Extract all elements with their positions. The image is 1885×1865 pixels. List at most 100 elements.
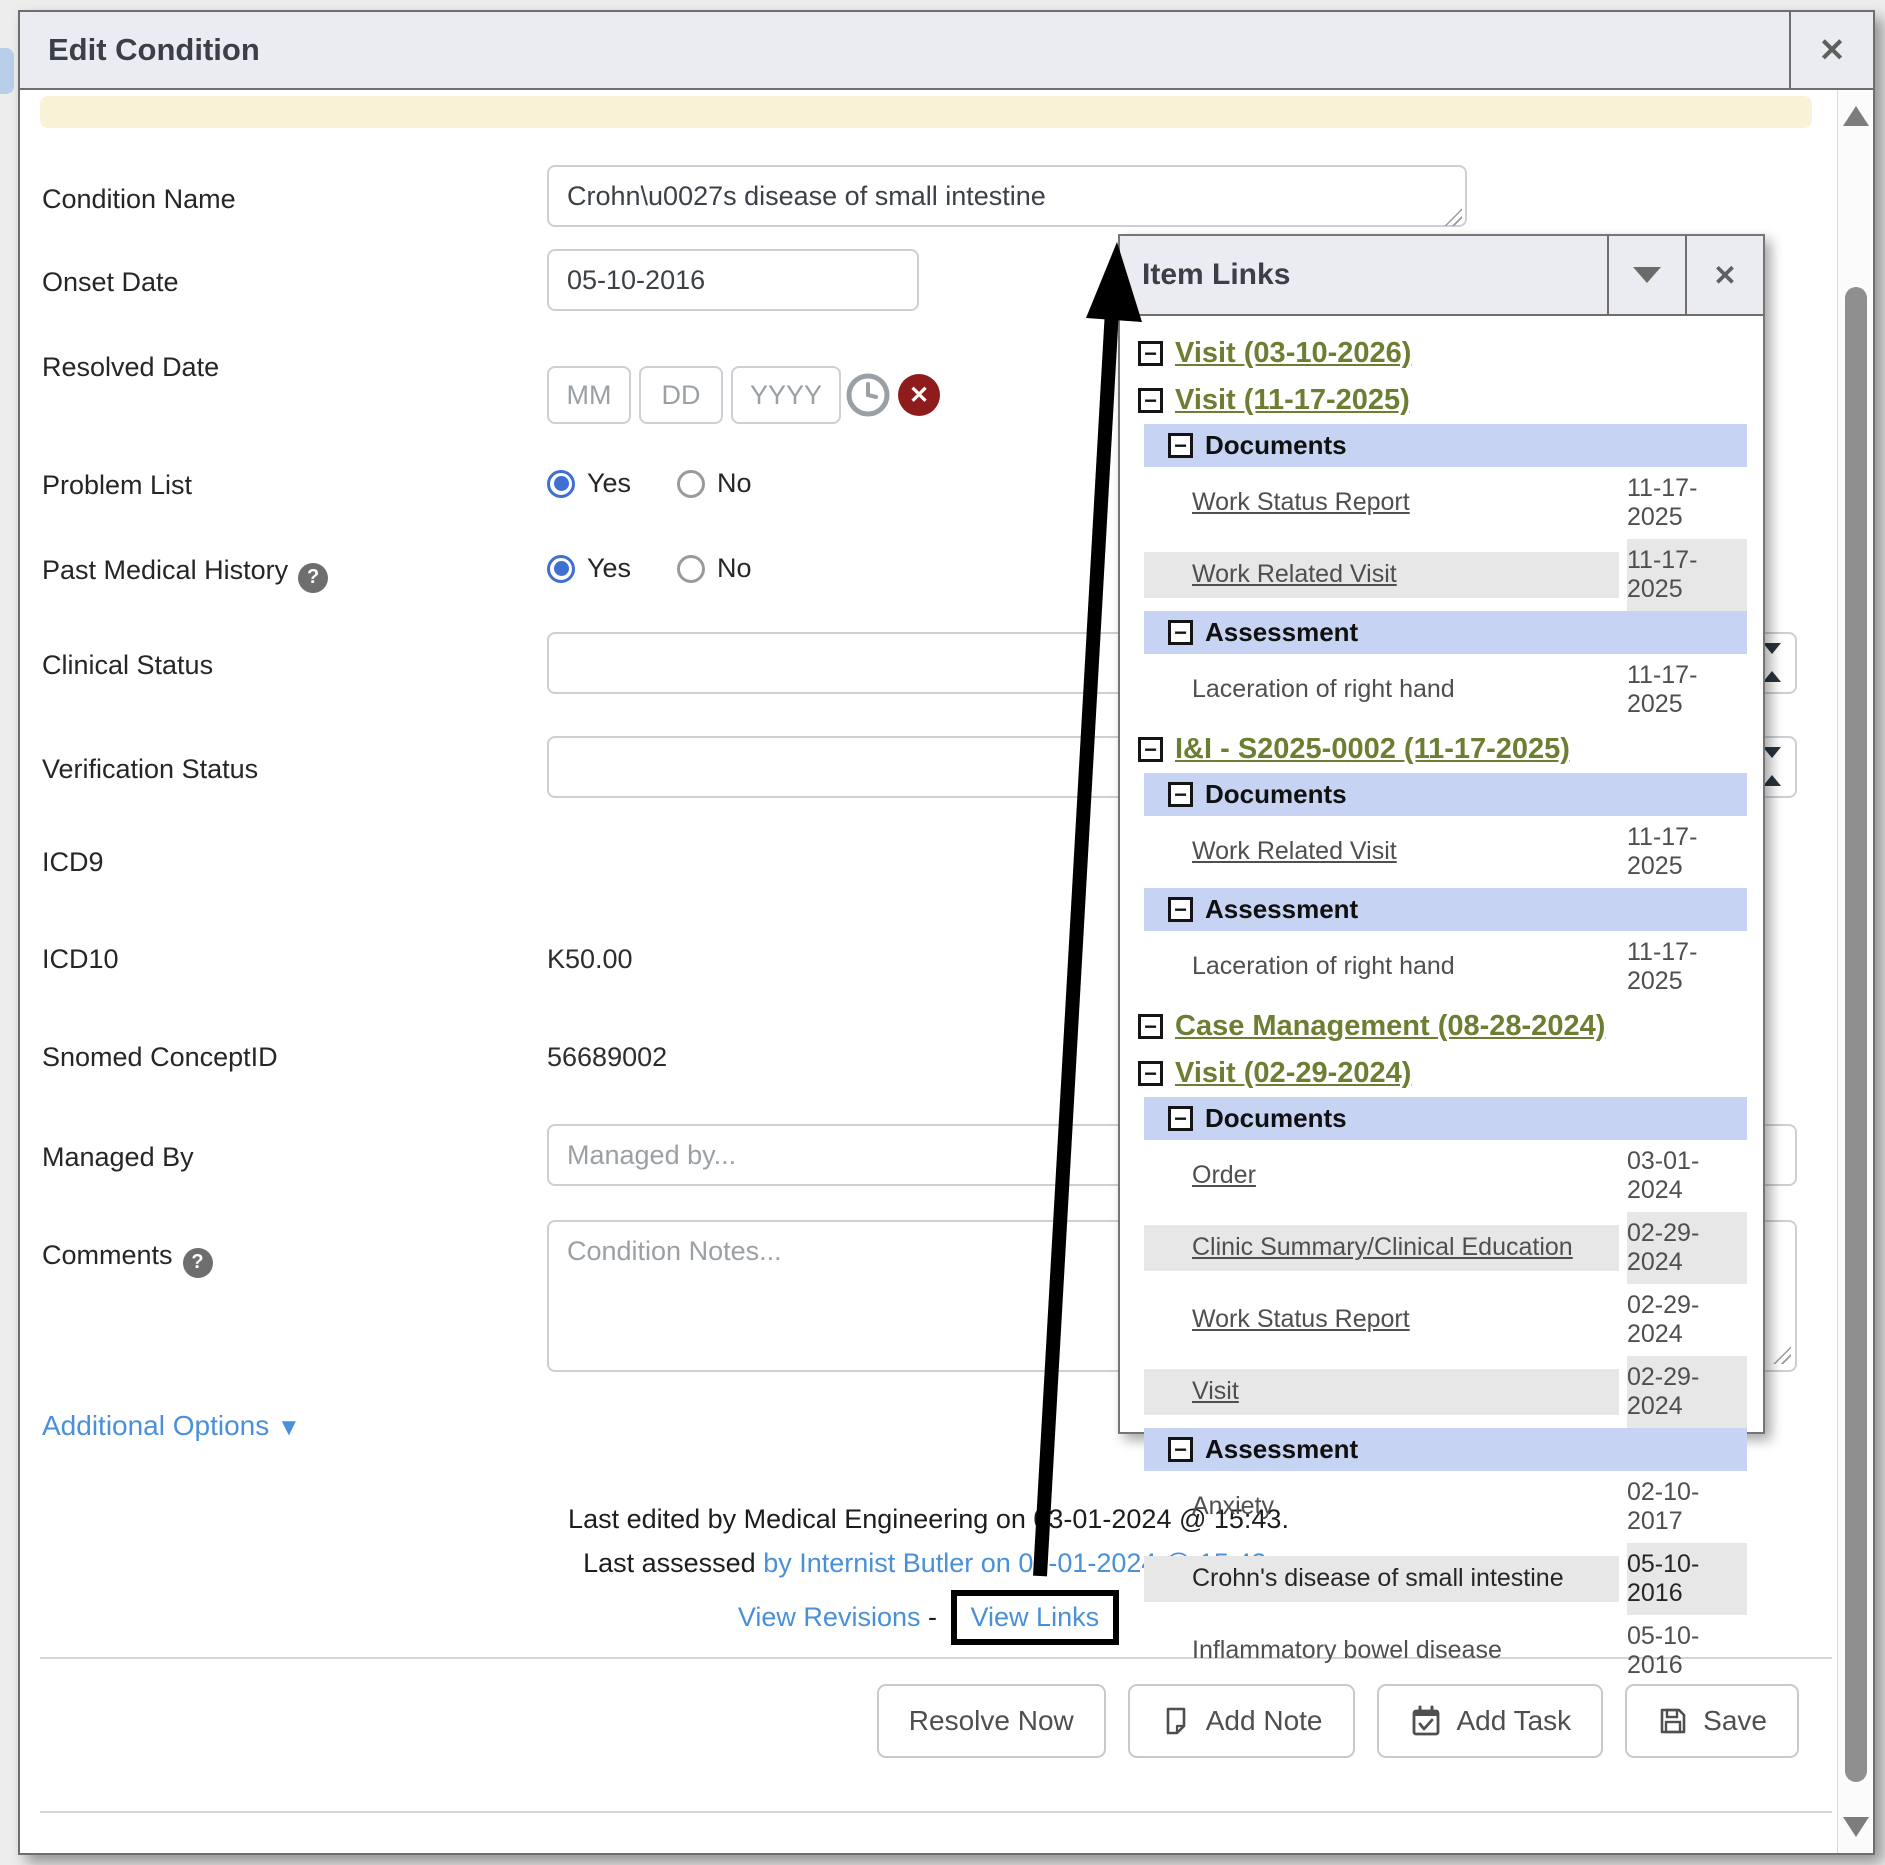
item-links-row: Work Related Visit11-17-2025 [1144,539,1747,611]
record-link[interactable]: I&I - S2025-0002 (11-17-2025) [1175,733,1570,766]
button-label: Save [1703,1705,1767,1737]
scrollbar-thumb[interactable] [1845,287,1867,1782]
item-link[interactable]: Visit [1144,1369,1619,1414]
item-date: 05-10-2016 [1627,1615,1747,1687]
item-links-row: −Documents [1144,1097,1747,1140]
help-icon[interactable]: ? [183,1248,213,1278]
resolve-now-button[interactable]: Resolve Now [877,1684,1106,1758]
clock-icon[interactable] [845,372,891,418]
add-task-button[interactable]: Add Task [1377,1684,1604,1758]
link-separator: - [928,1602,937,1632]
dialog-titlebar: Edit Condition [20,12,1873,90]
scrollbar[interactable] [1837,90,1873,1853]
radio-label: Yes [587,468,631,499]
help-icon[interactable]: ? [298,563,328,593]
scroll-down-icon[interactable] [1843,1817,1869,1837]
collapse-toggle-icon[interactable]: − [1168,782,1193,807]
item-links-row: Inflammatory bowel disease05-10-2016 [1144,1615,1747,1687]
item-date: 11-17-2025 [1627,539,1747,611]
problem-list-no-radio[interactable]: No [677,468,752,499]
collapse-toggle-icon[interactable]: − [1138,1061,1163,1086]
add-note-button[interactable]: Add Note [1128,1684,1355,1758]
verification-status-label: Verification Status [42,754,258,785]
radio-label: Yes [587,553,631,584]
collapse-toggle-icon[interactable]: − [1138,341,1163,366]
popup-collapse-button[interactable] [1607,236,1685,314]
view-links-link[interactable]: View Links [971,1602,1100,1632]
record-link[interactable]: Visit (11-17-2025) [1175,384,1410,417]
collapse-toggle-icon[interactable]: − [1138,1014,1163,1039]
comments-label-text: Comments [42,1240,173,1270]
pmh-no-radio[interactable]: No [677,553,752,584]
item-link[interactable]: Work Related Visit [1144,552,1619,597]
item-links-row: Order03-01-2024 [1144,1140,1747,1212]
item-link[interactable]: Work Status Report [1144,480,1619,525]
collapse-toggle-icon[interactable]: − [1168,620,1193,645]
resolved-day-input[interactable] [639,366,723,424]
item-link[interactable]: Work Related Visit [1144,829,1619,874]
icd10-label: ICD10 [42,944,119,975]
resolved-year-input[interactable] [731,366,841,424]
radio-icon [677,470,705,498]
item-links-row: −Documents [1144,773,1747,816]
item-text: Inflammatory bowel disease [1144,1628,1619,1673]
pmh-yes-radio[interactable]: Yes [547,553,631,584]
edit-condition-dialog: Edit Condition ✕ Condition Name Onset Da… [18,10,1875,1855]
view-links-annotation-box: View Links [951,1590,1120,1645]
condition-name-input[interactable] [547,165,1467,227]
onset-date-input[interactable] [547,249,919,311]
comments-label: Comments? [42,1240,213,1278]
popup-close-button[interactable]: ✕ [1685,236,1763,314]
view-revisions-link[interactable]: View Revisions [738,1602,921,1632]
item-links-row: −Case Management (08-28-2024) [1136,1003,1747,1050]
section-label: Assessment [1205,1434,1358,1465]
item-link[interactable]: Work Status Report [1144,1297,1619,1342]
close-icon: ✕ [1819,31,1846,69]
radio-icon [547,555,575,583]
resolved-month-input[interactable] [547,366,631,424]
item-link[interactable]: Clinic Summary/Clinical Education [1144,1225,1619,1270]
condition-name-label: Condition Name [42,184,236,215]
collapse-toggle-icon[interactable]: − [1138,388,1163,413]
close-icon: ✕ [1713,259,1736,292]
past-medical-history-label-text: Past Medical History [42,555,288,585]
record-link[interactable]: Visit (03-10-2026) [1175,337,1411,370]
item-date: 02-29-2024 [1627,1212,1747,1284]
managed-by-label: Managed By [42,1142,194,1173]
item-date: 02-29-2024 [1627,1356,1747,1428]
item-links-row: −Visit (11-17-2025) [1136,377,1747,424]
collapse-toggle-icon[interactable]: − [1138,737,1163,762]
save-button[interactable]: Save [1625,1684,1799,1758]
item-links-row: Crohn's disease of small intestine05-10-… [1144,1543,1747,1615]
item-links-row: Clinic Summary/Clinical Education02-29-2… [1144,1212,1747,1284]
record-link[interactable]: Visit (02-29-2024) [1175,1057,1411,1090]
problem-list-label: Problem List [42,470,192,501]
note-icon [1160,1705,1192,1737]
item-links-row: −Visit (02-29-2024) [1136,1050,1747,1097]
record-link[interactable]: Case Management (08-28-2024) [1175,1010,1605,1043]
collapse-toggle-icon[interactable]: − [1168,897,1193,922]
problem-list-yes-radio[interactable]: Yes [547,468,631,499]
input-resize-grip[interactable] [1444,208,1462,226]
snomed-label: Snomed ConceptID [42,1042,278,1073]
dialog-close-button[interactable]: ✕ [1789,12,1873,88]
calendar-check-icon [1409,1704,1443,1738]
clinical-status-label: Clinical Status [42,650,213,681]
textarea-resize-grip[interactable] [1773,1346,1791,1364]
collapse-toggle-icon[interactable]: − [1168,433,1193,458]
button-label: Add Task [1457,1705,1572,1737]
item-links-row: Laceration of right hand11-17-2025 [1144,931,1747,1003]
additional-options-link[interactable]: Additional Options ▼ [42,1410,301,1442]
collapse-toggle-icon[interactable]: − [1168,1437,1193,1462]
scroll-up-icon[interactable] [1843,106,1869,126]
radio-icon [677,555,705,583]
radio-icon [547,470,575,498]
collapse-toggle-icon[interactable]: − [1168,1106,1193,1131]
item-link[interactable]: Order [1144,1153,1619,1198]
clear-date-button[interactable]: ✕ [898,374,940,416]
problem-list-radios: Yes No [547,468,784,499]
item-links-row: Work Status Report02-29-2024 [1144,1284,1747,1356]
icd10-value: K50.00 [547,944,633,975]
radio-label: No [717,468,752,499]
button-label: Resolve Now [909,1705,1074,1737]
